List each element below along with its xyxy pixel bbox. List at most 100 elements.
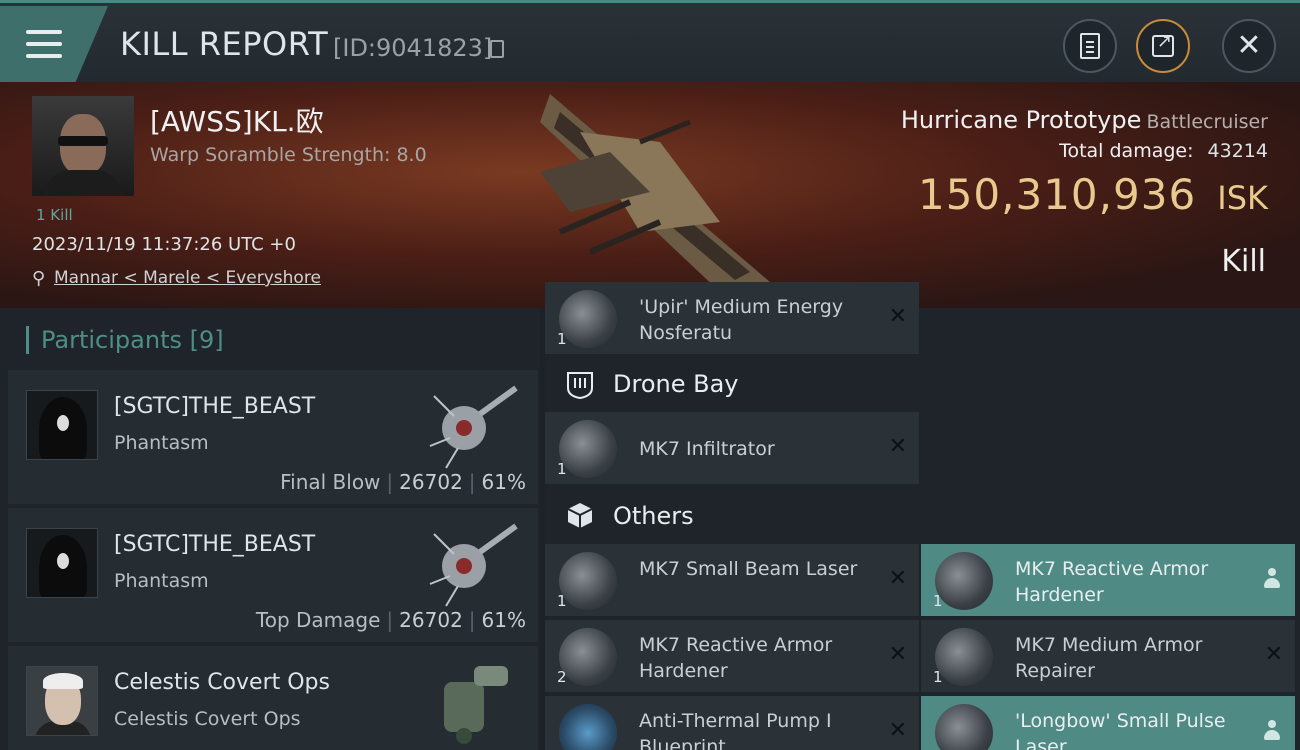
participant-name: Celestis Covert Ops [114,670,330,695]
participant-stats: Top Damage | 26702 | 61% [255,608,526,632]
participant-card[interactable]: [SGTC]THE_BEAST Phantasm Top Damage | 2670… [8,508,538,642]
item-quantity: 2 [557,668,567,686]
participant-ship: Phantasm [114,432,209,454]
victim-name: [AWSS]KL.欧 [150,105,324,138]
ship-name: Hurricane Prototype [900,106,1142,134]
menu-button[interactable] [0,6,108,82]
participant-card[interactable]: Celestis Covert Ops Celestis Covert Ops [8,646,538,750]
participant-ship: Phantasm [114,570,209,592]
drone-bay-icon [567,372,593,400]
kill-timestamp: 2023/11/19 11:37:26 UTC +0 [32,234,296,255]
item-name: Anti-Thermal Pump I Blueprint [639,710,832,750]
participant-role: Top Damage [255,608,381,632]
destroyed-icon: ✕ [888,718,907,743]
participant-avatar [26,390,98,460]
participant-damage: 26702 [399,470,463,494]
destroyed-icon: ✕ [888,566,907,591]
participant-stats: Final Blow | 26702 | 61% [280,470,526,494]
ship-class: Battlecruiser [1146,111,1268,133]
item-name: 'Longbow' Small Pulse Laser [1015,710,1226,750]
person-icon [1263,568,1281,590]
module-icon [935,552,993,610]
module-icon [935,704,993,750]
participant-damage-pct: 61% [481,608,526,632]
isk-value-line: 150,310,936 ISK [918,170,1268,219]
participant-ship: Celestis Covert Ops [114,708,301,730]
module-icon [559,552,617,610]
participant-ship-image [429,523,518,607]
participant-card[interactable]: [SGTC]THE_BEAST Phantasm Final Blow | 2670… [8,370,538,504]
destroyed-icon: ✕ [888,642,907,667]
item-quantity: 1 [557,460,567,478]
others-title: Others [613,502,694,530]
item-quantity: 1 [933,668,943,686]
share-button[interactable] [1136,19,1190,73]
location-pin-icon: ⚲ [32,268,46,289]
hamburger-icon [26,30,62,58]
participant-ship-image [444,666,508,744]
participants-panel: Participants [9] [SGTC]THE_BEAST Phantas… [0,308,540,750]
item-quantity: 1 [933,592,943,610]
participant-role: Final Blow [280,470,381,494]
clipboard-button[interactable] [1063,19,1117,73]
fitting-item[interactable]: 2 MK7 Reactive Armor Hardener ✕ [545,620,919,692]
participant-avatar [26,666,98,736]
total-damage: Total damage: 43214 [1059,140,1268,162]
ship-type: Hurricane Prototype Battlecruiser [901,106,1268,134]
destroyed-icon: ✕ [888,304,907,329]
fitting-item[interactable]: 1 'Upir' Medium Energy Nosferatu ✕ [545,282,919,354]
module-icon [559,290,617,348]
item-name: MK7 Medium Armor Repairer [1015,634,1203,682]
share-icon [1152,31,1174,57]
total-damage-label: Total damage: [1059,140,1194,162]
top-bar: KILL REPORT [ID:9041823] ✕ [0,0,1300,82]
fitting-item-dropped[interactable]: 'Longbow' Small Pulse Laser [921,696,1295,750]
participant-damage-pct: 61% [481,470,526,494]
fitting-item-dropped[interactable]: 1 MK7 Reactive Armor Hardener [921,544,1295,616]
drone-bay-title: Drone Bay [613,370,739,398]
item-name: MK7 Small Beam Laser [639,558,858,580]
fitting-item[interactable]: 1 MK7 Medium Armor Repairer ✕ [921,620,1295,692]
participant-name: [SGTC]THE_BEAST [114,394,316,419]
item-name: MK7 Infiltrator [639,438,775,460]
location-link[interactable]: Mannar < Marele < Everyshore [54,268,321,288]
ship-image [540,94,770,292]
victim-avatar[interactable] [32,96,134,196]
participants-label: Participants [41,326,182,354]
report-id: [ID:9041823] [333,34,493,62]
close-icon: ✕ [1236,28,1262,63]
kill-count: 1 Kill [36,206,73,224]
participant-damage: 26702 [399,608,463,632]
participant-name: [SGTC]THE_BEAST [114,532,316,557]
participant-avatar [26,528,98,598]
fitting-item[interactable]: 1 MK7 Infiltrator ✕ [545,412,919,484]
cube-icon [567,503,593,528]
item-name: MK7 Reactive Armor Hardener [1015,558,1209,606]
item-quantity: 1 [557,330,567,348]
fitting-panel: 1 'Upir' Medium Energy Nosferatu ✕ Drone… [545,282,1300,750]
copy-icon[interactable] [490,40,504,58]
total-damage-value: 43214 [1207,140,1268,162]
participant-ship-image [429,385,518,469]
destroyed-icon: ✕ [1264,642,1283,667]
item-quantity: 1 [557,592,567,610]
kill-banner: [AWSS]KL.欧 Warp Soramble Strength: 8.0 1… [0,82,1300,308]
result-label: Kill [1221,244,1266,279]
person-icon [1263,720,1281,742]
participants-title: Participants [9] [26,326,224,354]
item-name: 'Upir' Medium Energy Nosferatu [639,296,844,344]
blueprint-icon [559,704,617,750]
warp-scramble-strength: Warp Soramble Strength: 8.0 [150,144,427,166]
close-button[interactable]: ✕ [1222,19,1276,73]
isk-unit: ISK [1217,179,1268,217]
fitting-item[interactable]: 1 MK7 Small Beam Laser ✕ [545,544,919,616]
fitting-item[interactable]: Anti-Thermal Pump I Blueprint ✕ [545,696,919,750]
participants-count: [9] [189,326,224,354]
clipboard-icon [1080,33,1100,59]
isk-value: 150,310,936 [917,170,1197,219]
module-icon [559,628,617,686]
module-icon [935,628,993,686]
page-title: KILL REPORT [120,25,329,63]
drone-icon [559,420,617,478]
destroyed-icon: ✕ [888,434,907,459]
